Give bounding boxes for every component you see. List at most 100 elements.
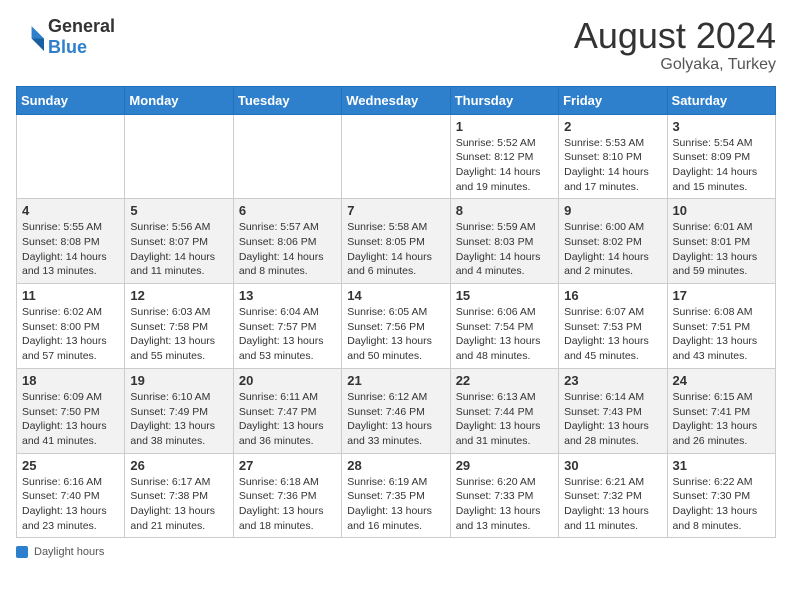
- footer-label: Daylight hours: [34, 546, 104, 558]
- calendar-cell: 12 Sunrise: 6:03 AM Sunset: 7:58 PM Dayli…: [125, 284, 233, 369]
- calendar-cell: 4Sunrise: 5:55 AM Sunset: 8:08 PM Daylig…: [17, 199, 125, 284]
- day-info: Sunrise: 6:10 AM Sunset: 7:49 PM Dayligh…: [130, 390, 227, 449]
- calendar-cell: 1 Sunrise: 5:52 AM Sunset: 8:12 PM Daylig…: [450, 114, 558, 199]
- calendar-week-row: 25Sunrise: 6:16 AM Sunset: 7:40 PM Dayli…: [17, 453, 776, 538]
- calendar-cell: 13Sunrise: 6:04 AM Sunset: 7:57 PM Dayli…: [233, 284, 341, 369]
- day-number: 25: [22, 458, 119, 473]
- day-info: Sunrise: 5:55 AM Sunset: 8:08 PM Dayligh…: [22, 220, 119, 279]
- day-number: 12: [130, 288, 227, 303]
- calendar-cell: 24 Sunrise: 6:15 AM Sunset: 7:41 PM Dayli…: [667, 368, 775, 453]
- day-number: 2: [564, 119, 661, 134]
- day-number: 26: [130, 458, 227, 473]
- weekday-header-tuesday: Tuesday: [233, 86, 341, 114]
- day-number: 28: [347, 458, 444, 473]
- calendar-cell: [125, 114, 233, 199]
- calendar-cell: 7Sunrise: 5:58 AM Sunset: 8:05 PM Daylig…: [342, 199, 450, 284]
- calendar-cell: 11 Sunrise: 6:02 AM Sunset: 8:00 PM Dayli…: [17, 284, 125, 369]
- day-info: Sunrise: 6:06 AM Sunset: 7:54 PM Dayligh…: [456, 305, 553, 364]
- day-number: 29: [456, 458, 553, 473]
- calendar-cell: 28 Sunrise: 6:19 AM Sunset: 7:35 PM Dayli…: [342, 453, 450, 538]
- weekday-header-friday: Friday: [559, 86, 667, 114]
- weekday-header-row: SundayMondayTuesdayWednesdayThursdayFrid…: [17, 86, 776, 114]
- calendar-cell: 30 Sunrise: 6:21 AM Sunset: 7:32 PM Dayli…: [559, 453, 667, 538]
- day-info: Sunrise: 6:14 AM Sunset: 7:43 PM Dayligh…: [564, 390, 661, 449]
- day-number: 24: [673, 373, 770, 388]
- day-number: 7: [347, 203, 444, 218]
- calendar-cell: 10 Sunrise: 6:01 AM Sunset: 8:01 PM Dayli…: [667, 199, 775, 284]
- day-info: Sunrise: 5:56 AM Sunset: 8:07 PM Dayligh…: [130, 220, 227, 279]
- day-number: 6: [239, 203, 336, 218]
- day-number: 31: [673, 458, 770, 473]
- day-info: Sunrise: 6:11 AM Sunset: 7:47 PM Dayligh…: [239, 390, 336, 449]
- day-info: Sunrise: 6:20 AM Sunset: 7:33 PM Dayligh…: [456, 475, 553, 534]
- calendar-cell: 21 Sunrise: 6:12 AM Sunset: 7:46 PM Dayli…: [342, 368, 450, 453]
- day-number: 22: [456, 373, 553, 388]
- logo-blue: Blue: [48, 37, 87, 57]
- logo: General Blue: [16, 16, 115, 58]
- day-info: Sunrise: 6:02 AM Sunset: 8:00 PM Dayligh…: [22, 305, 119, 364]
- weekday-header-saturday: Saturday: [667, 86, 775, 114]
- day-info: Sunrise: 6:00 AM Sunset: 8:02 PM Dayligh…: [564, 220, 661, 279]
- day-info: Sunrise: 5:52 AM Sunset: 8:12 PM Dayligh…: [456, 136, 553, 195]
- day-info: Sunrise: 6:17 AM Sunset: 7:38 PM Dayligh…: [130, 475, 227, 534]
- day-info: Sunrise: 5:54 AM Sunset: 8:09 PM Dayligh…: [673, 136, 770, 195]
- day-number: 11: [22, 288, 119, 303]
- calendar-cell: 27Sunrise: 6:18 AM Sunset: 7:36 PM Dayli…: [233, 453, 341, 538]
- day-number: 21: [347, 373, 444, 388]
- calendar-cell: 15Sunrise: 6:06 AM Sunset: 7:54 PM Dayli…: [450, 284, 558, 369]
- calendar-cell: 2 Sunrise: 5:53 AM Sunset: 8:10 PM Daylig…: [559, 114, 667, 199]
- day-number: 14: [347, 288, 444, 303]
- day-number: 18: [22, 373, 119, 388]
- logo-icon: [16, 23, 44, 51]
- day-info: Sunrise: 6:19 AM Sunset: 7:35 PM Dayligh…: [347, 475, 444, 534]
- calendar-cell: 22 Sunrise: 6:13 AM Sunset: 7:44 PM Dayli…: [450, 368, 558, 453]
- weekday-header-sunday: Sunday: [17, 86, 125, 114]
- logo-general: General: [48, 16, 115, 36]
- calendar-cell: 14 Sunrise: 6:05 AM Sunset: 7:56 PM Dayli…: [342, 284, 450, 369]
- calendar-week-row: 1 Sunrise: 5:52 AM Sunset: 8:12 PM Daylig…: [17, 114, 776, 199]
- calendar-body: 1 Sunrise: 5:52 AM Sunset: 8:12 PM Daylig…: [17, 114, 776, 538]
- calendar-cell: 19 Sunrise: 6:10 AM Sunset: 7:49 PM Dayli…: [125, 368, 233, 453]
- day-number: 16: [564, 288, 661, 303]
- day-info: Sunrise: 6:15 AM Sunset: 7:41 PM Dayligh…: [673, 390, 770, 449]
- day-info: Sunrise: 6:21 AM Sunset: 7:32 PM Dayligh…: [564, 475, 661, 534]
- day-number: 8: [456, 203, 553, 218]
- day-info: Sunrise: 6:18 AM Sunset: 7:36 PM Dayligh…: [239, 475, 336, 534]
- calendar-cell: 9Sunrise: 6:00 AM Sunset: 8:02 PM Daylig…: [559, 199, 667, 284]
- day-info: Sunrise: 6:05 AM Sunset: 7:56 PM Dayligh…: [347, 305, 444, 364]
- day-info: Sunrise: 6:22 AM Sunset: 7:30 PM Dayligh…: [673, 475, 770, 534]
- day-info: Sunrise: 6:12 AM Sunset: 7:46 PM Dayligh…: [347, 390, 444, 449]
- weekday-header-monday: Monday: [125, 86, 233, 114]
- calendar-cell: 23Sunrise: 6:14 AM Sunset: 7:43 PM Dayli…: [559, 368, 667, 453]
- day-number: 20: [239, 373, 336, 388]
- calendar-cell: 6Sunrise: 5:57 AM Sunset: 8:06 PM Daylig…: [233, 199, 341, 284]
- day-number: 10: [673, 203, 770, 218]
- calendar-cell: 26 Sunrise: 6:17 AM Sunset: 7:38 PM Dayli…: [125, 453, 233, 538]
- day-number: 19: [130, 373, 227, 388]
- weekday-header-wednesday: Wednesday: [342, 86, 450, 114]
- calendar-cell: [233, 114, 341, 199]
- calendar-cell: 18 Sunrise: 6:09 AM Sunset: 7:50 PM Dayli…: [17, 368, 125, 453]
- calendar-cell: 5Sunrise: 5:56 AM Sunset: 8:07 PM Daylig…: [125, 199, 233, 284]
- day-info: Sunrise: 6:04 AM Sunset: 7:57 PM Dayligh…: [239, 305, 336, 364]
- day-number: 3: [673, 119, 770, 134]
- calendar-cell: [342, 114, 450, 199]
- footer-dot: [16, 546, 28, 558]
- day-info: Sunrise: 5:59 AM Sunset: 8:03 PM Dayligh…: [456, 220, 553, 279]
- day-number: 30: [564, 458, 661, 473]
- title-block: August 2024 Golyaka, Turkey: [574, 16, 776, 74]
- page-subtitle: Golyaka, Turkey: [574, 56, 776, 74]
- day-info: Sunrise: 6:13 AM Sunset: 7:44 PM Dayligh…: [456, 390, 553, 449]
- logo-text: General Blue: [48, 16, 115, 58]
- calendar-cell: 17Sunrise: 6:08 AM Sunset: 7:51 PM Dayli…: [667, 284, 775, 369]
- calendar-cell: 29 Sunrise: 6:20 AM Sunset: 7:33 PM Dayli…: [450, 453, 558, 538]
- day-info: Sunrise: 6:09 AM Sunset: 7:50 PM Dayligh…: [22, 390, 119, 449]
- calendar-cell: 25Sunrise: 6:16 AM Sunset: 7:40 PM Dayli…: [17, 453, 125, 538]
- calendar-cell: 16Sunrise: 6:07 AM Sunset: 7:53 PM Dayli…: [559, 284, 667, 369]
- calendar-table: SundayMondayTuesdayWednesdayThursdayFrid…: [16, 86, 776, 539]
- day-info: Sunrise: 5:53 AM Sunset: 8:10 PM Dayligh…: [564, 136, 661, 195]
- calendar-cell: [17, 114, 125, 199]
- day-info: Sunrise: 6:01 AM Sunset: 8:01 PM Dayligh…: [673, 220, 770, 279]
- day-info: Sunrise: 6:03 AM Sunset: 7:58 PM Dayligh…: [130, 305, 227, 364]
- day-number: 1: [456, 119, 553, 134]
